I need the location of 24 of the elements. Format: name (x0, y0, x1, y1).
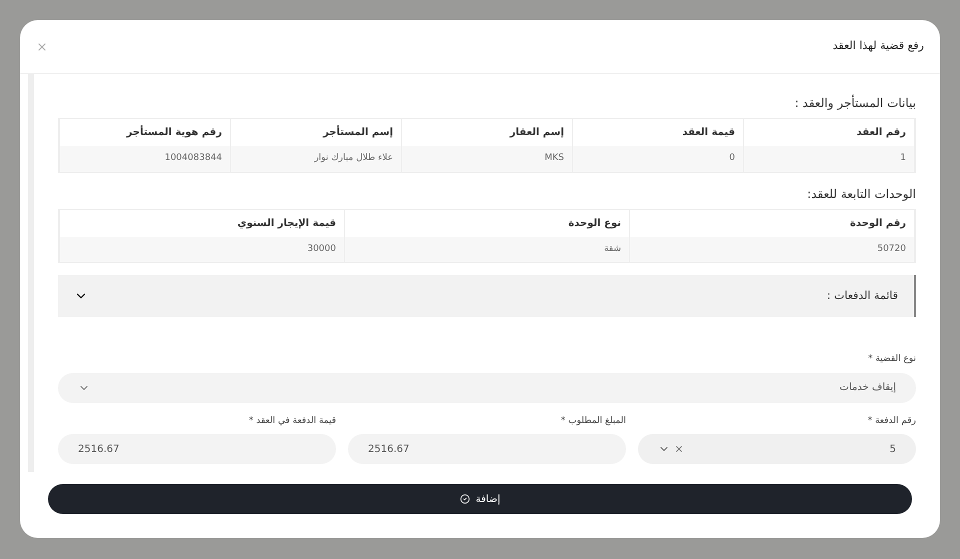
field-label: رقم الدفعة * (866, 414, 916, 428)
field-label: قيمة الدفعة في العقد * (248, 414, 336, 428)
amount-input[interactable]: 2516.67 (348, 434, 626, 464)
amount-input[interactable]: 2516.67 (58, 434, 336, 464)
payments-accordion[interactable]: قائمة الدفعات : (58, 275, 916, 317)
section-heading: الوحدات التابعة للعقد: (806, 186, 916, 202)
table-cell: 30000 (59, 236, 344, 262)
table-cell: 0 (572, 146, 743, 172)
field-label: نوع القضية * (867, 353, 916, 366)
section-heading: بيانات المستأجر والعقد : (794, 94, 916, 112)
case-type-select[interactable]: إيقاف خدمات (58, 372, 916, 402)
table-cell: علاء طلال مبارك نوار (230, 146, 401, 172)
table-cell: 1004083844 (59, 146, 230, 172)
payment-number-select[interactable]: 5 (638, 434, 916, 464)
close-icon (36, 40, 48, 52)
clear-icon[interactable] (674, 444, 684, 454)
dialog-title: رفع قضية لهذا العقد (832, 38, 924, 54)
add-button[interactable]: إضافة (48, 484, 912, 514)
table-cell: 50720 (629, 236, 914, 262)
check-circle-icon (460, 494, 470, 504)
table-cell: 1 (743, 146, 914, 172)
table-cell: شقة (344, 236, 629, 262)
field-label: المبلغ المطلوب * (560, 414, 626, 428)
table-cell: MKS (401, 146, 572, 172)
